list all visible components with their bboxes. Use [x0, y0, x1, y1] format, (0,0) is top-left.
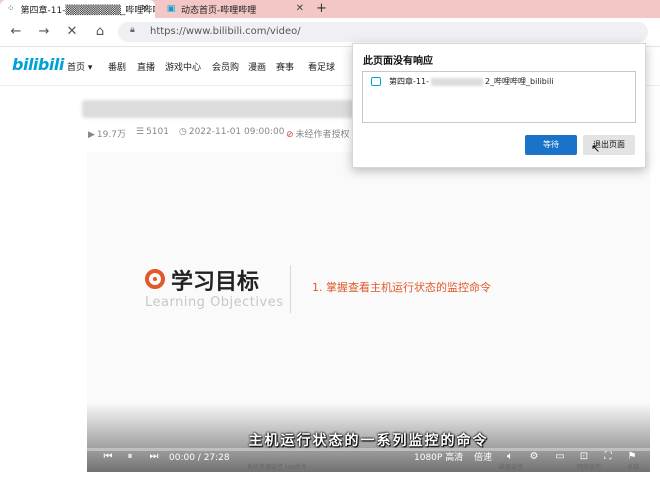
dialog-title: 此页面没有响应 — [363, 56, 433, 67]
bilibili-icon: ▣ — [166, 4, 176, 14]
stop-icon[interactable]: ✕ — [64, 24, 80, 40]
tab-video-label: 第四章-11-▒▒▒▒▒▒▒▒_哔哩哔哩 — [20, 5, 155, 16]
nav-game-center[interactable]: 游戏中心 — [165, 60, 201, 73]
slide-heading-en: Learning Objectives — [145, 295, 284, 310]
nav-member-shop[interactable]: 会员购 — [212, 60, 239, 73]
item-prefix: 第四章-11- — [389, 77, 429, 86]
tab-dynamic-label: 动态首页-哔哩哔哩 — [181, 5, 257, 16]
dialog-page-item: 第四章-11- 2_哔哩哔哩_bilibili — [389, 76, 554, 87]
forward-icon[interactable]: → — [36, 24, 52, 40]
views-count: ▶ 19.7万 — [88, 127, 126, 140]
item-suffix: 2_哔哩哔哩_bilibili — [484, 77, 554, 86]
prohibit-icon: ⊘ — [286, 130, 294, 140]
video-title-blurred — [82, 100, 382, 118]
tab-close-icon[interactable]: ✕ — [141, 3, 149, 14]
chevron-down-icon: ▾ — [87, 63, 93, 73]
home-icon[interactable]: ⌂ — [92, 24, 108, 40]
chapter-label[interactable]: 系统资源监控 top命令 — [247, 462, 307, 471]
new-tab-button[interactable]: + — [316, 0, 327, 18]
views-value: 19.7万 — [96, 130, 126, 140]
clock-icon: ◷ — [179, 127, 187, 137]
chapter-label[interactable]: 网络监控 — [577, 462, 601, 471]
slide-divider — [290, 265, 291, 313]
browser-tab-bar: ⁘ 第四章-11-▒▒▒▒▒▒▒▒_哔哩哔哩 ✕ ▣ 动态首页-哔哩哔哩 ✕ + — [0, 0, 660, 18]
unresponsive-dialog: 此页面没有响应 第四章-11- 2_哔哩哔哩_bilibili 等待 退出页面 — [352, 43, 646, 168]
chapter-label[interactable]: 总结 — [627, 462, 639, 471]
danmaku-count: ☰ 5101 — [136, 127, 169, 137]
nav-home[interactable]: 首页 ▾ — [67, 60, 92, 73]
publish-date: ◷ 2022-11-01 09:00:00 — [179, 127, 284, 137]
back-icon[interactable]: ← — [8, 24, 24, 40]
mouse-cursor-icon: ↖ — [591, 142, 601, 155]
bilibili-logo[interactable]: bilibili — [12, 55, 64, 74]
slide-heading: 学习目标 — [171, 270, 260, 295]
tab-dynamic[interactable]: ▣ 动态首页-哔哩哔哩 ✕ — [160, 0, 310, 18]
nav-live[interactable]: 直播 — [137, 60, 155, 73]
nav-football[interactable]: 看足球 — [308, 60, 335, 73]
nav-home-label: 首页 — [67, 63, 86, 73]
blurred-text — [430, 77, 483, 86]
copyright-notice: ⊘ 未经作者授权 — [286, 127, 350, 140]
target-icon — [145, 269, 165, 289]
slide-objective: 1. 掌握查看主机运行状态的监控命令 — [312, 281, 491, 294]
nav-anime[interactable]: 番剧 — [108, 60, 126, 73]
danmaku-icon: ☰ — [136, 127, 145, 137]
tab-close-icon[interactable]: ✕ — [296, 3, 304, 14]
video-player[interactable]: 学习目标 Learning Objectives 1. 掌握查看主机运行状态的监… — [87, 152, 650, 472]
nav-esports[interactable]: 赛事 — [276, 60, 294, 73]
chapter-label[interactable]: 磁盘监控 — [499, 462, 523, 471]
wait-button[interactable]: 等待 — [525, 135, 577, 155]
dialog-page-list: 第四章-11- 2_哔哩哔哩_bilibili — [362, 71, 636, 123]
tab-video[interactable]: ⁘ 第四章-11-▒▒▒▒▒▒▒▒_哔哩哔哩 ✕ — [0, 0, 155, 18]
url-text: https://www.bilibili.com/video/ — [150, 26, 301, 37]
video-subtitle: 主机运行状态的一系列监控的命令 — [248, 433, 489, 449]
play-count-icon: ▶ — [88, 130, 95, 140]
nav-manga[interactable]: 漫画 — [248, 60, 266, 73]
bilibili-tv-icon — [371, 77, 381, 86]
danmaku-value: 5101 — [146, 127, 169, 137]
address-bar[interactable]: 🔒︎ https://www.bilibili.com/video/ — [118, 22, 648, 42]
chapter-labels: 系统资源监控 top命令 磁盘监控 网络监控 总结 — [87, 462, 650, 472]
loading-icon: ⁘ — [7, 4, 15, 14]
date-value: 2022-11-01 09:00:00 — [188, 127, 285, 137]
lock-icon: 🔒︎ — [130, 25, 135, 35]
notice-text: 未经作者授权 — [295, 130, 350, 140]
